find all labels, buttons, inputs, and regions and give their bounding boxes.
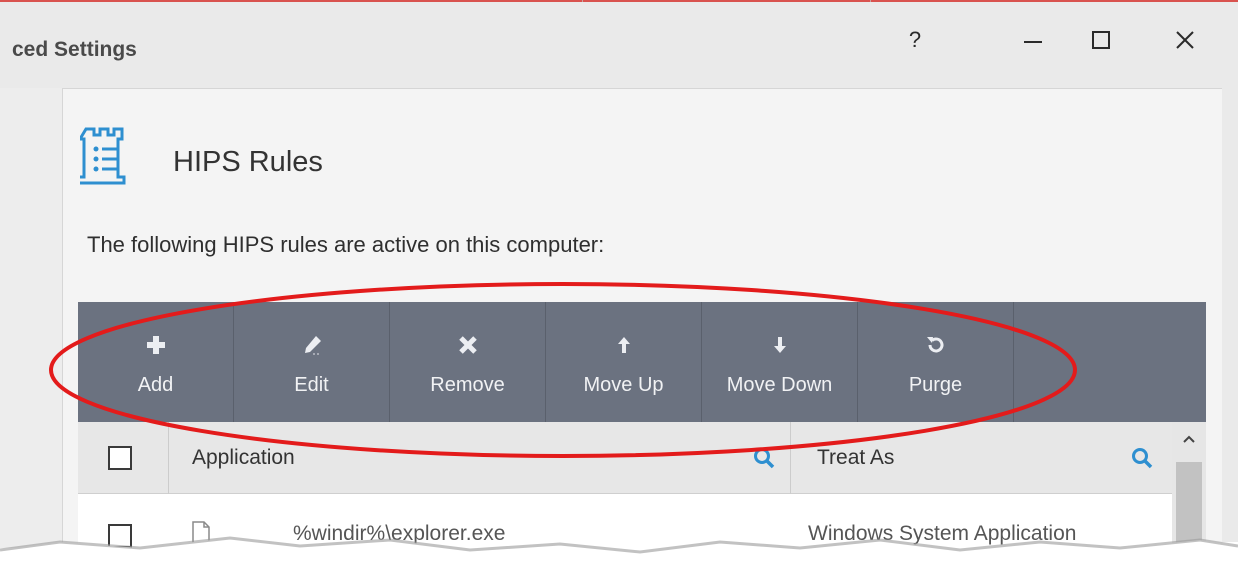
table-header: Application Treat As	[78, 422, 1172, 494]
help-button[interactable]: ?	[892, 20, 938, 60]
edit-button[interactable]: Edit	[234, 302, 390, 422]
move-up-button-label: Move Up	[583, 373, 664, 396]
search-icon[interactable]	[752, 446, 776, 470]
rules-list-icon	[80, 127, 126, 185]
x-icon	[458, 328, 478, 362]
chevron-up-icon	[1183, 435, 1195, 443]
pencil-icon	[301, 328, 323, 362]
search-icon[interactable]	[1130, 446, 1154, 470]
column-divider	[168, 422, 169, 494]
move-down-button[interactable]: Move Down	[702, 302, 858, 422]
window-title: ced Settings	[12, 38, 137, 61]
edit-button-label: Edit	[294, 373, 329, 396]
minimize-icon	[1024, 41, 1042, 43]
arrow-down-icon	[773, 328, 787, 362]
plus-icon	[146, 328, 166, 362]
scroll-up-button[interactable]	[1178, 428, 1200, 450]
refresh-icon	[925, 328, 947, 362]
column-divider	[790, 422, 791, 494]
column-header-treat-as[interactable]: Treat As	[817, 446, 894, 470]
add-button-label: Add	[137, 373, 174, 396]
close-button[interactable]	[1162, 20, 1208, 60]
close-icon	[1176, 31, 1194, 49]
add-button[interactable]: Add	[78, 302, 234, 422]
purge-button-label: Purge	[908, 373, 963, 396]
remove-button-label: Remove	[430, 373, 505, 396]
select-all-checkbox[interactable]	[108, 446, 132, 470]
purge-button[interactable]: Purge	[858, 302, 1014, 422]
navigation-strip	[0, 88, 62, 548]
rules-toolbar: Add Edit Remove Move Up Move Down Purge	[78, 302, 1206, 422]
maximize-button[interactable]	[1078, 20, 1124, 60]
section-title: HIPS Rules	[173, 146, 323, 178]
minimize-button[interactable]	[1010, 20, 1056, 60]
remove-button[interactable]: Remove	[390, 302, 546, 422]
move-down-button-label: Move Down	[726, 373, 833, 396]
section-description: The following HIPS rules are active on t…	[87, 232, 605, 257]
move-up-button[interactable]: Move Up	[546, 302, 702, 422]
torn-paper-edge	[0, 536, 1238, 569]
arrow-up-icon	[617, 328, 631, 362]
maximize-icon	[1092, 31, 1110, 49]
column-header-application[interactable]: Application	[192, 446, 295, 470]
